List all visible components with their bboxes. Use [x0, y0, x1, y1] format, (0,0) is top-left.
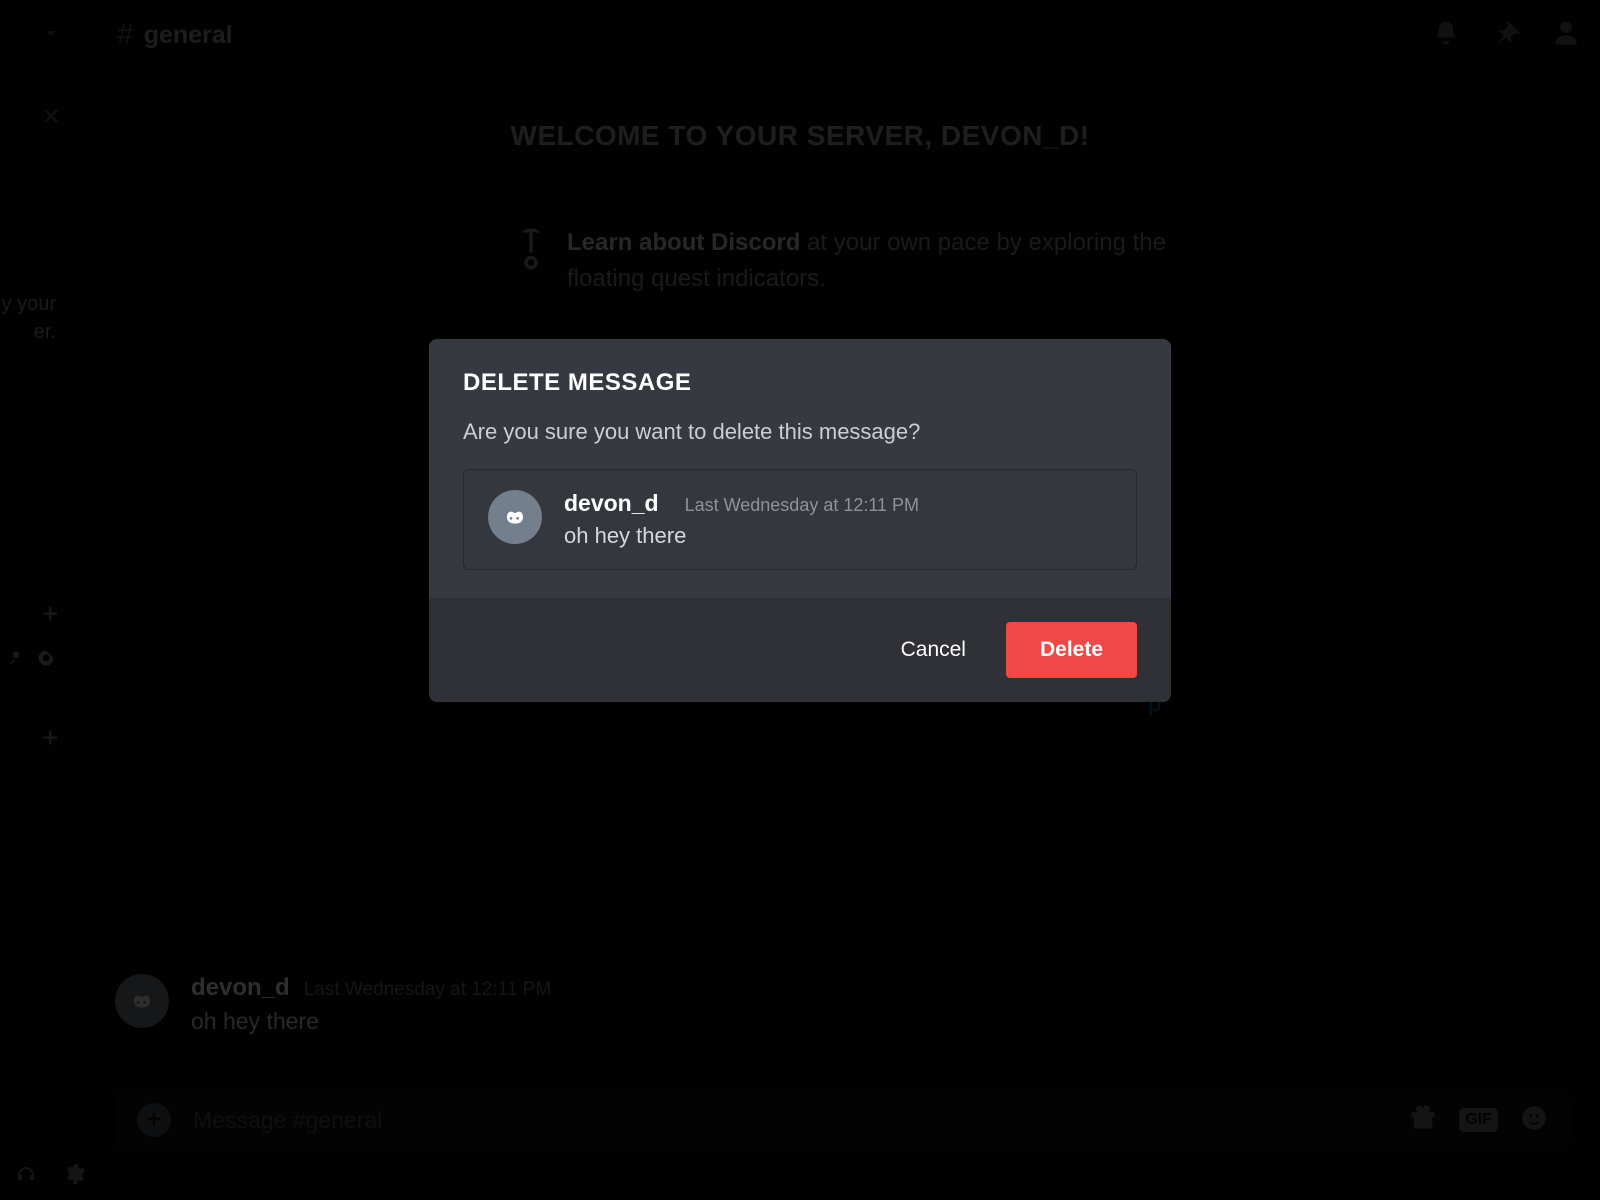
- modal-question: Are you sure you want to delete this mes…: [429, 405, 1171, 469]
- modal-footer: Cancel Delete: [429, 598, 1171, 702]
- preview-avatar: [488, 490, 542, 544]
- modal-title: DELETE MESSAGE: [463, 369, 1137, 397]
- preview-username: devon_d: [564, 490, 659, 517]
- modal-overlay[interactable]: DELETE MESSAGE Are you sure you want to …: [0, 0, 1600, 1200]
- cancel-button[interactable]: Cancel: [889, 622, 978, 678]
- preview-text: oh hey there: [564, 523, 919, 549]
- modal-message-preview: devon_d Last Wednesday at 12:11 PM oh he…: [463, 469, 1137, 570]
- delete-button[interactable]: Delete: [1006, 622, 1137, 678]
- preview-timestamp: Last Wednesday at 12:11 PM: [685, 495, 919, 516]
- delete-message-modal: DELETE MESSAGE Are you sure you want to …: [429, 339, 1171, 702]
